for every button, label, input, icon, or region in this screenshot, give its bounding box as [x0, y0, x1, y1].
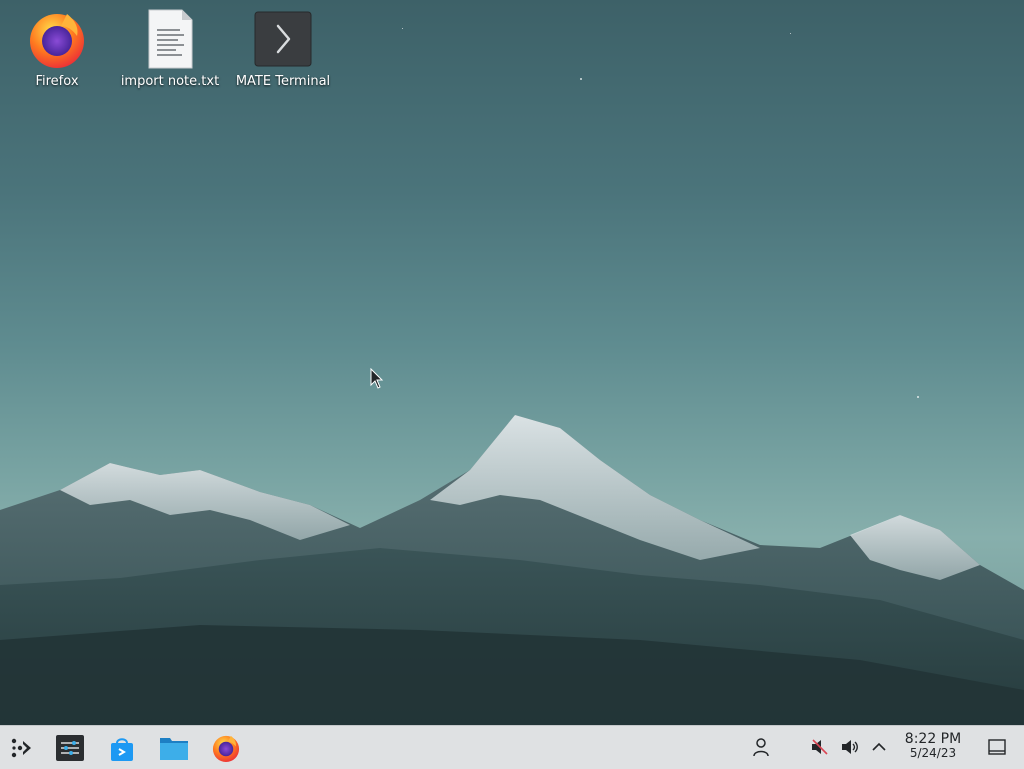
clock-date: 5/24/23: [909, 746, 957, 760]
clock-time: 8:22 PM: [904, 731, 962, 747]
folder-icon: [160, 738, 188, 760]
desktop-icon-label: Firefox: [35, 74, 79, 89]
star: [790, 33, 791, 34]
star: [402, 28, 403, 29]
desktop-icon-firefox[interactable]: Firefox: [2, 8, 112, 89]
firefox-icon: [27, 8, 87, 70]
text-file-icon: [140, 8, 200, 70]
discover-store-button[interactable]: [105, 731, 139, 765]
desktop-wallpaper: [0, 415, 1024, 725]
clock[interactable]: 8:22 PM 5/24/23: [897, 732, 969, 760]
chevron-up-icon: [872, 742, 886, 751]
taskbar: 8:22 PM 5/24/23: [0, 725, 1024, 769]
terminal-icon: [253, 8, 313, 70]
tray-expand-button[interactable]: [868, 735, 890, 759]
firefox-icon: [212, 735, 240, 763]
star: [580, 78, 582, 80]
store-bag-icon: [111, 738, 133, 761]
kde-launcher-icon: [11, 738, 31, 758]
show-desktop-button[interactable]: [986, 735, 1008, 759]
volume-tray-button[interactable]: [839, 735, 861, 759]
star: [917, 396, 919, 398]
muted-tray-button[interactable]: [809, 735, 831, 759]
show-desktop-icon: [988, 739, 1006, 755]
file-manager-button[interactable]: [157, 731, 191, 765]
application-launcher-button[interactable]: [4, 731, 38, 765]
speaker-icon: [842, 740, 858, 754]
desktop-icon-mate-terminal[interactable]: MATE Terminal: [228, 8, 338, 89]
desktop-icon-label: MATE Terminal: [235, 74, 331, 89]
user-tray-button[interactable]: [750, 735, 772, 759]
mouse-cursor-icon: [370, 368, 384, 389]
settings-sliders-icon: [56, 735, 84, 761]
system-settings-button[interactable]: [53, 731, 87, 765]
firefox-taskbar-button[interactable]: [209, 731, 243, 765]
desktop-icon-import-note[interactable]: import note.txt: [115, 8, 225, 89]
desktop-icon-label: import note.txt: [120, 74, 220, 89]
muted-speaker-icon: [812, 739, 828, 755]
user-icon: [753, 738, 769, 757]
